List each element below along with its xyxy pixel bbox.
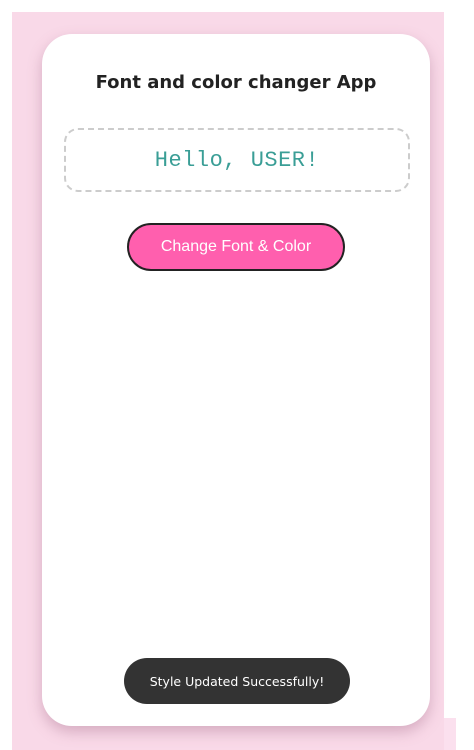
app-card: Font and color changer App Hello, USER! …	[42, 34, 430, 726]
background-corner	[444, 718, 456, 750]
app-title: Font and color changer App	[95, 72, 377, 93]
greeting-box: Hello, USER!	[64, 128, 410, 192]
change-font-color-button[interactable]: Change Font & Color	[127, 223, 345, 271]
success-toast: Style Updated Successfully!	[124, 658, 350, 704]
toast-message: Style Updated Successfully!	[149, 673, 325, 689]
greeting-text: Hello, USER!	[154, 147, 320, 173]
